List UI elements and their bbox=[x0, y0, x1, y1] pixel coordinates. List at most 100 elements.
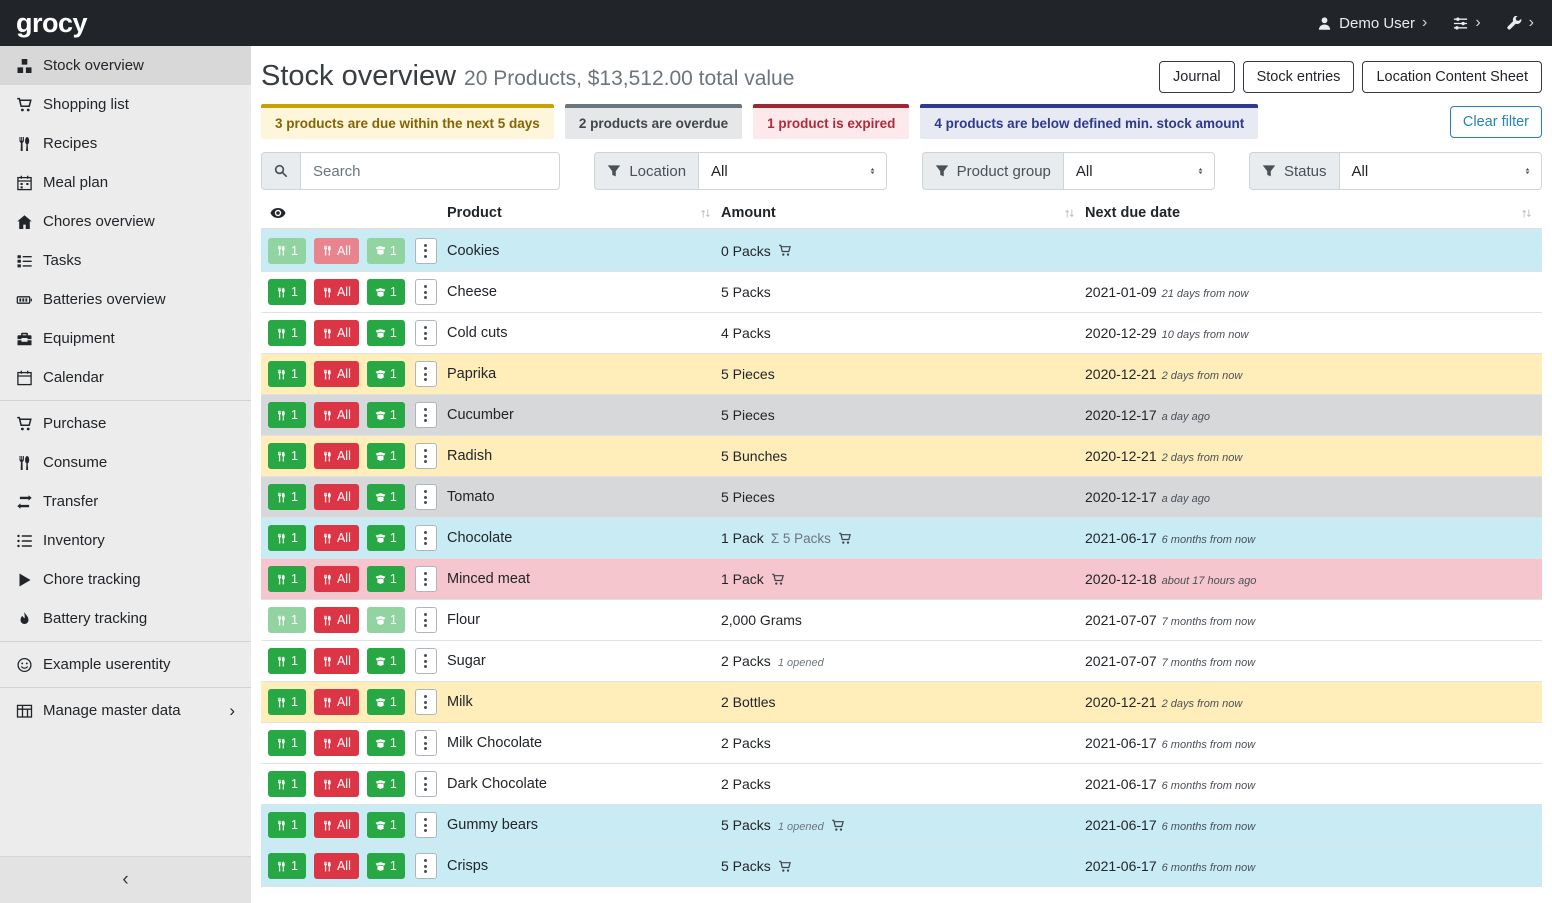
open-one-button[interactable]: 1 bbox=[367, 238, 405, 264]
consume-all-button[interactable]: All bbox=[314, 402, 359, 428]
consume-one-button[interactable]: 1 bbox=[268, 607, 306, 633]
consume-all-button[interactable]: All bbox=[314, 320, 359, 346]
banner-due-soon[interactable]: 3 products are due within the next 5 day… bbox=[261, 104, 554, 139]
consume-all-button[interactable]: All bbox=[314, 238, 359, 264]
stock-entries-button[interactable]: Stock entries bbox=[1243, 61, 1355, 93]
sidebar-item-battery-tracking[interactable]: Battery tracking bbox=[0, 599, 251, 638]
clear-filter-button[interactable]: Clear filter bbox=[1450, 106, 1542, 138]
open-one-button[interactable]: 1 bbox=[367, 320, 405, 346]
consume-all-button[interactable]: All bbox=[314, 689, 359, 715]
consume-one-button[interactable]: 1 bbox=[268, 853, 306, 879]
sidebar-item-meal-plan[interactable]: Meal plan bbox=[0, 163, 251, 202]
journal-button[interactable]: Journal bbox=[1159, 61, 1235, 93]
consume-one-button[interactable]: 1 bbox=[268, 320, 306, 346]
open-one-button[interactable]: 1 bbox=[367, 607, 405, 633]
sidebar-item-calendar[interactable]: Calendar bbox=[0, 358, 251, 397]
open-one-button[interactable]: 1 bbox=[367, 853, 405, 879]
row-menu-button[interactable] bbox=[415, 484, 437, 510]
consume-all-button[interactable]: All bbox=[314, 607, 359, 633]
sidebar-collapse-button[interactable]: ‹ bbox=[0, 856, 251, 903]
consume-one-button[interactable]: 1 bbox=[268, 525, 306, 551]
sidebar-item-example-userentity[interactable]: Example userentity bbox=[0, 645, 251, 684]
row-menu-button[interactable] bbox=[415, 648, 437, 674]
open-one-button[interactable]: 1 bbox=[367, 566, 405, 592]
sidebar-item-chore-tracking[interactable]: Chore tracking bbox=[0, 560, 251, 599]
sidebar-item-batteries-overview[interactable]: Batteries overview bbox=[0, 280, 251, 319]
consume-all-button[interactable]: All bbox=[314, 730, 359, 756]
open-one-button[interactable]: 1 bbox=[367, 484, 405, 510]
row-menu-button[interactable] bbox=[415, 730, 437, 756]
consume-all-button[interactable]: All bbox=[314, 648, 359, 674]
row-menu-button[interactable] bbox=[415, 689, 437, 715]
location-select[interactable]: All bbox=[698, 152, 887, 190]
open-one-button[interactable]: 1 bbox=[367, 361, 405, 387]
row-menu-button[interactable] bbox=[415, 771, 437, 797]
consume-one-button[interactable]: 1 bbox=[268, 771, 306, 797]
user-menu[interactable]: Demo User › bbox=[1317, 15, 1427, 32]
consume-all-button[interactable]: All bbox=[314, 525, 359, 551]
row-menu-button[interactable] bbox=[415, 279, 437, 305]
open-one-button[interactable]: 1 bbox=[367, 402, 405, 428]
sidebar-item-purchase[interactable]: Purchase bbox=[0, 404, 251, 443]
consume-one-button[interactable]: 1 bbox=[268, 402, 306, 428]
sidebar-item-tasks[interactable]: Tasks bbox=[0, 241, 251, 280]
row-menu-button[interactable] bbox=[415, 402, 437, 428]
eye-icon[interactable] bbox=[269, 205, 287, 221]
consume-one-button[interactable]: 1 bbox=[268, 812, 306, 838]
open-one-button[interactable]: 1 bbox=[367, 812, 405, 838]
row-menu-button[interactable] bbox=[415, 525, 437, 551]
row-menu-button[interactable] bbox=[415, 361, 437, 387]
sidebar-item-stock-overview[interactable]: Stock overview bbox=[0, 46, 251, 85]
consume-one-button[interactable]: 1 bbox=[268, 730, 306, 756]
consume-one-button[interactable]: 1 bbox=[268, 443, 306, 469]
status-select[interactable]: All bbox=[1339, 152, 1542, 190]
settings-menu[interactable]: › bbox=[1453, 15, 1480, 31]
consume-one-button[interactable]: 1 bbox=[268, 689, 306, 715]
consume-all-button[interactable]: All bbox=[314, 361, 359, 387]
open-one-button[interactable]: 1 bbox=[367, 279, 405, 305]
consume-one-button[interactable]: 1 bbox=[268, 361, 306, 387]
consume-all-button[interactable]: All bbox=[314, 853, 359, 879]
row-menu-button[interactable] bbox=[415, 566, 437, 592]
sidebar-item-transfer[interactable]: Transfer bbox=[0, 482, 251, 521]
product-group-select[interactable]: All bbox=[1063, 152, 1215, 190]
column-header-amount[interactable]: Amount bbox=[721, 205, 1085, 221]
consume-all-button[interactable]: All bbox=[314, 279, 359, 305]
open-one-button[interactable]: 1 bbox=[367, 771, 405, 797]
sidebar-item-manage-master-data[interactable]: Manage master data › bbox=[0, 691, 251, 730]
row-menu-button[interactable] bbox=[415, 443, 437, 469]
open-one-button[interactable]: 1 bbox=[367, 648, 405, 674]
open-one-button[interactable]: 1 bbox=[367, 730, 405, 756]
admin-menu[interactable]: › bbox=[1507, 15, 1534, 31]
sidebar-item-consume[interactable]: Consume bbox=[0, 443, 251, 482]
search-input[interactable] bbox=[300, 152, 560, 190]
consume-all-button[interactable]: All bbox=[314, 812, 359, 838]
column-header-next-due-date[interactable]: Next due date bbox=[1085, 205, 1542, 221]
column-header-product[interactable]: Product bbox=[447, 205, 721, 221]
row-menu-button[interactable] bbox=[415, 812, 437, 838]
sidebar-item-inventory[interactable]: Inventory bbox=[0, 521, 251, 560]
row-menu-button[interactable] bbox=[415, 607, 437, 633]
open-one-button[interactable]: 1 bbox=[367, 443, 405, 469]
consume-all-button[interactable]: All bbox=[314, 566, 359, 592]
open-one-button[interactable]: 1 bbox=[367, 525, 405, 551]
row-menu-button[interactable] bbox=[415, 238, 437, 264]
banner-below-min-stock[interactable]: 4 products are below defined min. stock … bbox=[920, 104, 1258, 139]
consume-one-button[interactable]: 1 bbox=[268, 648, 306, 674]
banner-expired[interactable]: 1 product is expired bbox=[753, 104, 909, 139]
row-menu-button[interactable] bbox=[415, 853, 437, 879]
banner-overdue[interactable]: 2 products are overdue bbox=[565, 104, 742, 139]
sidebar-item-shopping-list[interactable]: Shopping list bbox=[0, 85, 251, 124]
consume-one-button[interactable]: 1 bbox=[268, 566, 306, 592]
consume-one-button[interactable]: 1 bbox=[268, 238, 306, 264]
location-content-sheet-button[interactable]: Location Content Sheet bbox=[1362, 61, 1542, 93]
consume-one-button[interactable]: 1 bbox=[268, 484, 306, 510]
consume-all-button[interactable]: All bbox=[314, 771, 359, 797]
open-one-button[interactable]: 1 bbox=[367, 689, 405, 715]
app-logo[interactable]: grocy bbox=[16, 8, 87, 39]
sidebar-item-chores-overview[interactable]: Chores overview bbox=[0, 202, 251, 241]
consume-all-button[interactable]: All bbox=[314, 484, 359, 510]
consume-all-button[interactable]: All bbox=[314, 443, 359, 469]
sidebar-item-equipment[interactable]: Equipment bbox=[0, 319, 251, 358]
sidebar-item-recipes[interactable]: Recipes bbox=[0, 124, 251, 163]
